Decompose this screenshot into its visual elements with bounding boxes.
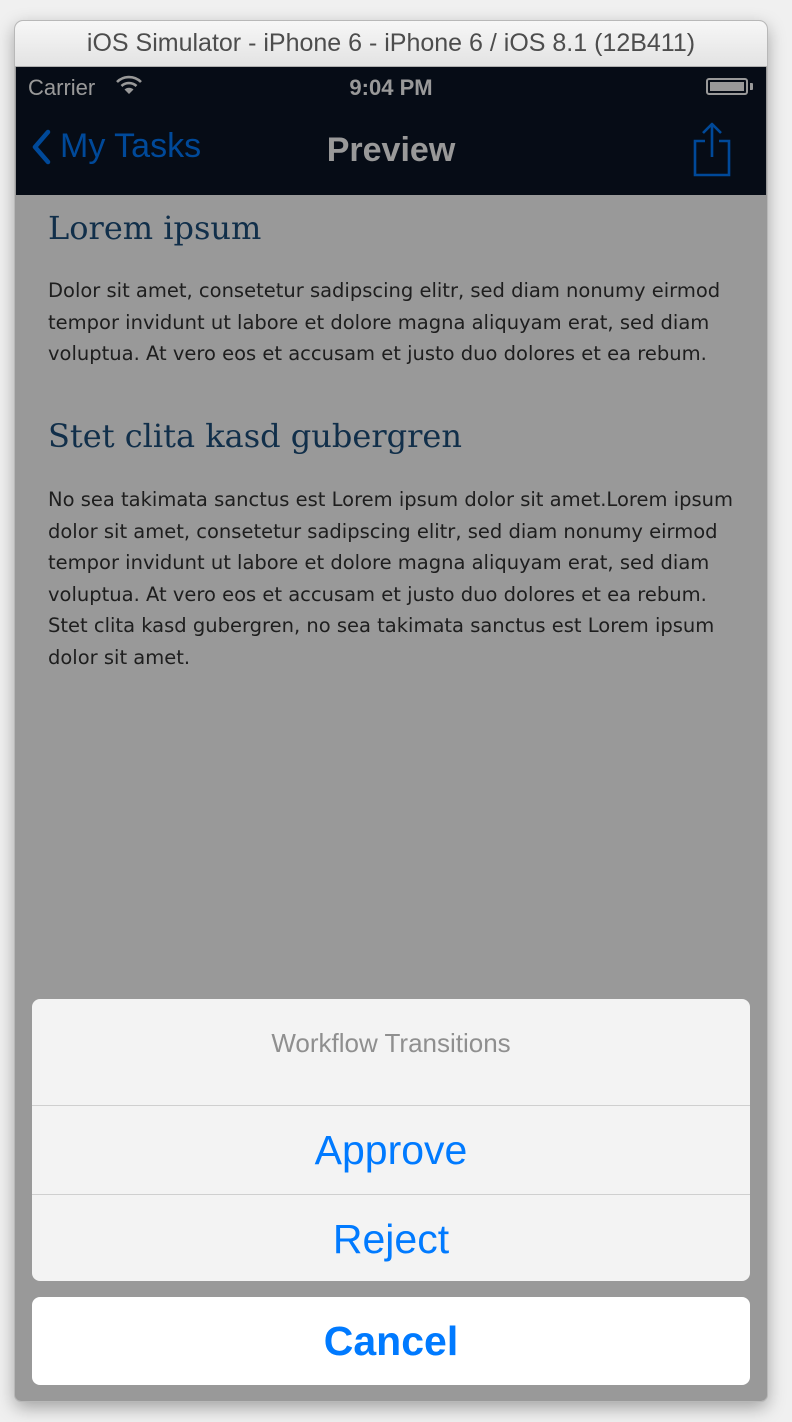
action-sheet-title: Workflow Transitions [271, 1027, 511, 1058]
cancel-button[interactable]: Cancel [32, 1297, 750, 1385]
phone-screen: Carrier 9:04 PM My Tasks Preview Lorem i… [16, 67, 766, 1401]
action-sheet: Workflow Transitions Approve Reject [32, 999, 750, 1281]
window-title: iOS Simulator - iPhone 6 - iPhone 6 / iO… [15, 21, 767, 67]
approve-button[interactable]: Approve [32, 1105, 750, 1194]
simulator-window: iOS Simulator - iPhone 6 - iPhone 6 / iO… [15, 21, 767, 1401]
reject-button[interactable]: Reject [32, 1194, 750, 1281]
